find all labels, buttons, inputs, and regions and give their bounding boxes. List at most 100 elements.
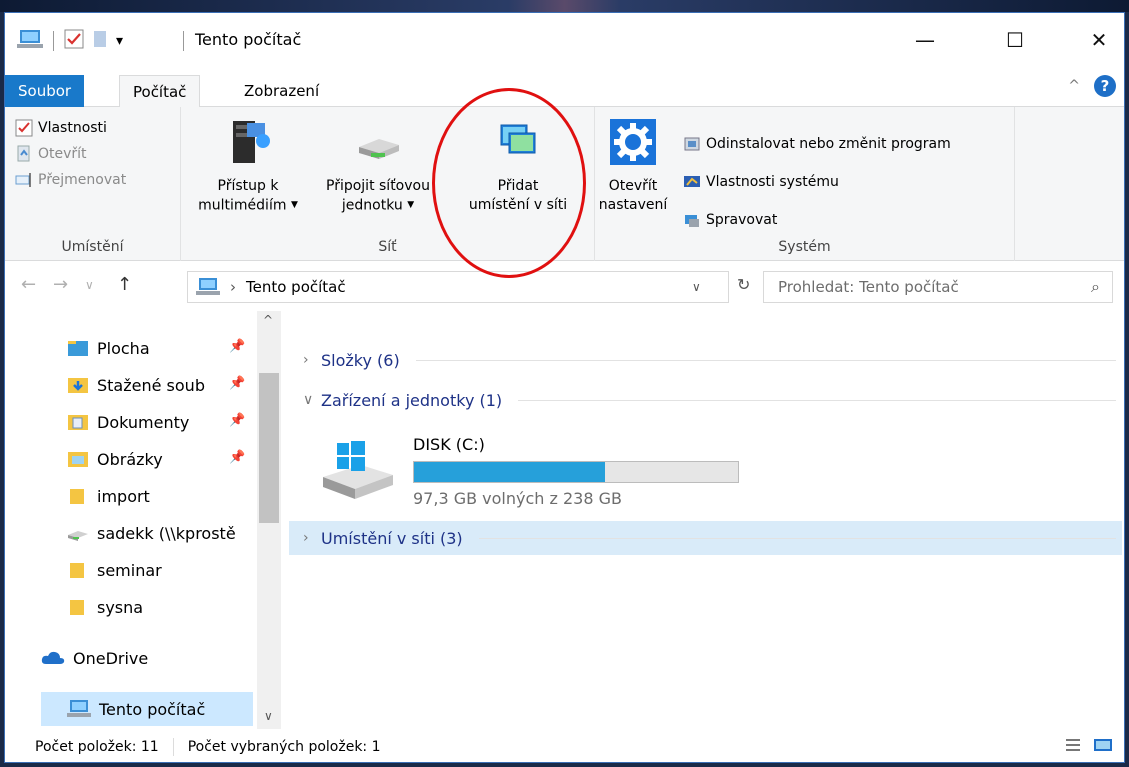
ribbon-group-location-label: Umístění <box>61 239 124 255</box>
toolbar-divider <box>53 31 54 51</box>
collapse-chevron-icon[interactable]: ∨ <box>303 392 313 408</box>
map-network-drive-label-1: Připojit síťovou <box>326 178 430 194</box>
nav-item-network-share[interactable]: sadekk (\\kprostě <box>67 516 257 550</box>
media-server-icon <box>233 121 270 163</box>
section-devices[interactable]: ∨ Zařízení a jednotky (1) <box>289 383 1122 417</box>
tab-view[interactable]: Zobrazení <box>231 75 332 107</box>
ribbon-group-system: Odinstalovat nebo změnit program Vlastno… <box>595 107 1015 261</box>
nav-item-label: Tento počítač <box>99 699 206 719</box>
minimize-button[interactable]: — <box>902 23 948 57</box>
pin-icon[interactable]: 📌 <box>229 450 245 465</box>
breadcrumb-separator-icon: › <box>230 278 236 296</box>
media-access-label-2: multimédiím <box>198 197 287 214</box>
rename-label: Přejmenovat <box>38 172 127 188</box>
nav-item-label: Plocha <box>97 338 150 358</box>
title-bar: ▾ Tento počítač — ☐ ✕ <box>5 13 1124 67</box>
uninstall-program-button[interactable]: Odinstalovat nebo změnit program <box>683 135 951 153</box>
close-button[interactable]: ✕ <box>1076 23 1122 57</box>
pin-icon[interactable]: 📌 <box>229 413 245 428</box>
ribbon-right-controls: ^ ? <box>1068 75 1116 97</box>
large-icons-view-icon[interactable] <box>1093 737 1113 757</box>
maximize-button[interactable]: ☐ <box>992 23 1038 57</box>
drive-free-space: 97,3 GB volných z 238 GB <box>413 489 622 508</box>
address-box[interactable]: › Tento počítač ∨ <box>187 271 729 303</box>
computer-location-icon <box>196 278 220 295</box>
nav-item-this-pc[interactable]: Tento počítač <box>41 692 253 726</box>
nav-scrollbar[interactable]: ^ ∨ <box>257 311 281 729</box>
collapse-ribbon-icon[interactable]: ^ <box>1068 78 1080 94</box>
breadcrumb-current[interactable]: Tento počítač <box>246 278 346 296</box>
pin-icon[interactable]: 📌 <box>229 376 245 391</box>
nav-scroll-thumb[interactable] <box>259 373 279 523</box>
computer-icon <box>67 700 91 717</box>
recent-locations-chevron-icon[interactable]: ∨ <box>85 278 94 292</box>
navigation-pane: Plocha 📌 Stažené soub 📌 Dokumenty 📌 Obrá… <box>5 311 287 729</box>
properties-check-icon[interactable] <box>64 29 84 53</box>
ribbon-group-location: Vlastnosti Otevřít Přejmenovat Umístění <box>5 107 181 261</box>
map-network-drive-button[interactable]: Připojit síťovou jednotku ▼ <box>313 117 443 216</box>
content-pane: › Složky (6) ∨ Zařízení a jednotky (1) D… <box>289 311 1124 729</box>
manage-button[interactable]: Spravovat <box>683 211 777 229</box>
nav-item-label: seminar <box>97 560 162 580</box>
section-devices-label: Zařízení a jednotky (1) <box>321 390 503 410</box>
refresh-icon[interactable]: ↻ <box>737 275 750 294</box>
search-input[interactable]: Prohledat: Tento počítač ⌕ <box>763 271 1113 303</box>
properties-label: Vlastnosti <box>38 120 107 136</box>
scroll-up-arrow-icon[interactable]: ^ <box>263 313 273 327</box>
address-history-chevron-icon[interactable]: ∨ <box>692 280 701 294</box>
manage-label: Spravovat <box>706 212 778 228</box>
media-access-label-1: Přístup k <box>217 178 279 194</box>
pin-icon[interactable]: 📌 <box>229 339 245 354</box>
expand-chevron-icon[interactable]: › <box>303 530 313 546</box>
properties-icon <box>15 119 33 137</box>
uninstall-program-label: Odinstalovat nebo změnit program <box>706 136 951 152</box>
drive-item-c[interactable]: DISK (C:) 97,3 GB volných z 238 GB <box>319 429 739 513</box>
properties-button[interactable]: Vlastnosti <box>15 119 107 137</box>
manage-icon <box>685 215 699 227</box>
open-label: Otevřít <box>38 146 87 162</box>
open-button[interactable]: Otevřít <box>15 145 87 163</box>
media-access-button[interactable]: Přístup k multimédiím ▼ <box>189 117 307 216</box>
open-icon <box>17 145 30 162</box>
computer-icon[interactable] <box>17 28 43 54</box>
ribbon-group-system-label: Systém <box>778 239 831 255</box>
section-network-locations[interactable]: › Umístění v síti (3) <box>289 521 1122 555</box>
section-network-label: Umístění v síti (3) <box>321 528 463 548</box>
status-item-count: Počet položek: 11 <box>35 738 159 755</box>
ribbon-tab-bar: Soubor Počítač Zobrazení <box>5 67 1124 108</box>
downloads-folder-icon <box>68 378 88 393</box>
details-view-icon[interactable] <box>1065 737 1081 757</box>
network-drive-icon <box>68 531 88 541</box>
nav-item-label: Obrázky <box>97 449 163 469</box>
new-folder-icon[interactable] <box>90 29 110 53</box>
nav-item-import[interactable]: import <box>67 479 257 513</box>
nav-item-sysna[interactable]: sysna <box>67 590 257 624</box>
help-icon[interactable]: ? <box>1094 75 1116 97</box>
search-icon[interactable]: ⌕ <box>1091 277 1100 297</box>
uninstall-icon <box>684 137 700 151</box>
forward-arrow-icon[interactable]: → <box>53 274 68 295</box>
rename-button[interactable]: Přejmenovat <box>15 171 126 189</box>
status-bar: Počet položek: 11 Počet vybraných polože… <box>5 729 1124 762</box>
tab-file[interactable]: Soubor <box>5 75 85 107</box>
nav-item-label: sysna <box>97 597 144 617</box>
expand-chevron-icon[interactable]: › <box>303 352 313 368</box>
address-bar-row: ← → ∨ ↑ › Tento počítač ∨ ↻ Prohledat: T… <box>5 261 1124 311</box>
title-divider <box>183 31 184 51</box>
back-arrow-icon[interactable]: ← <box>21 274 36 295</box>
nav-item-onedrive[interactable]: OneDrive <box>41 641 231 675</box>
tab-computer[interactable]: Počítač <box>119 75 201 108</box>
nav-item-label: Dokumenty <box>97 412 190 432</box>
customize-toolbar-dropdown-icon[interactable]: ▾ <box>116 33 123 49</box>
status-selected-count: Počet vybraných položek: 1 <box>187 738 381 755</box>
scroll-down-arrow-icon[interactable]: ∨ <box>264 709 273 723</box>
nav-item-seminar[interactable]: seminar <box>67 553 257 587</box>
up-arrow-icon[interactable]: ↑ <box>117 274 132 295</box>
section-folders[interactable]: › Složky (6) <box>289 343 1122 377</box>
system-properties-button[interactable]: Vlastnosti systému <box>683 173 839 191</box>
windows-drive-icon <box>323 441 393 499</box>
section-divider <box>415 359 1116 361</box>
quick-access-toolbar: ▾ <box>17 27 123 55</box>
folder-icon <box>70 563 84 578</box>
window-title: Tento počítač <box>195 30 302 49</box>
